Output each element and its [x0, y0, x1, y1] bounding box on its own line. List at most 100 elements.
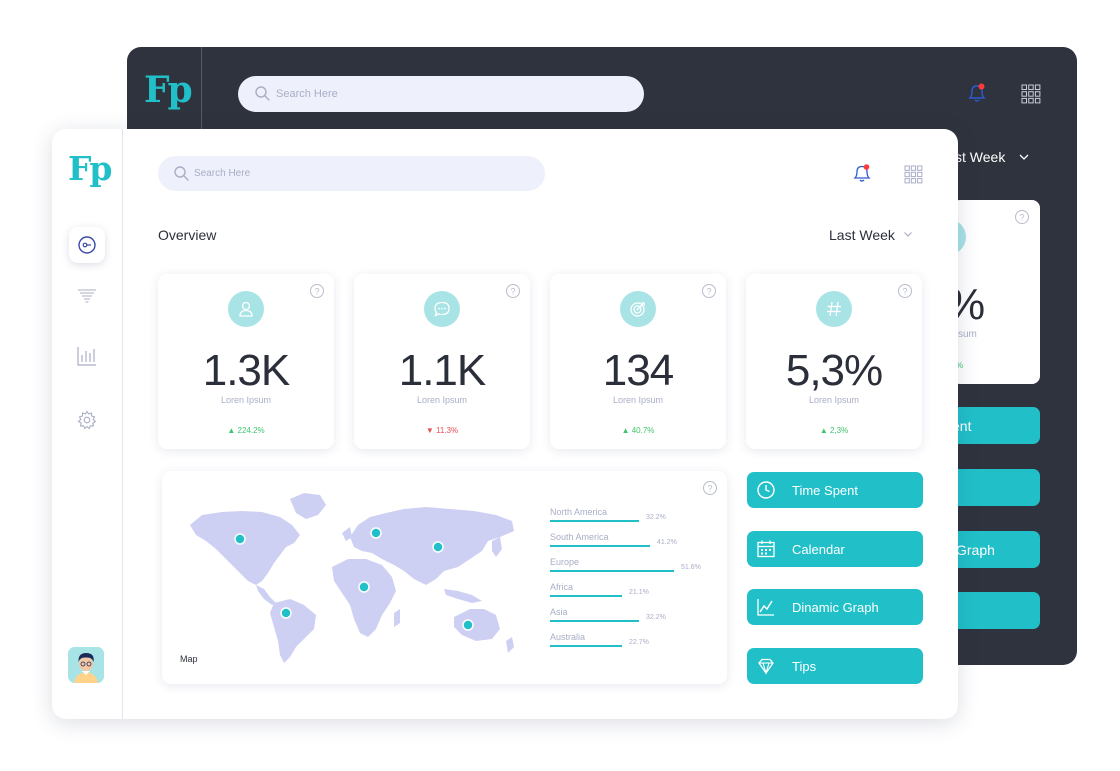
back-apps-grid-icon[interactable] [1021, 84, 1041, 104]
back-logo: Fp [144, 69, 193, 111]
back-stat-label: sum [958, 329, 977, 340]
calendar-label: Calendar [792, 542, 845, 557]
hashtag-icon [827, 301, 841, 317]
chevron-down-icon[interactable] [903, 229, 913, 239]
stat-value: 134 [602, 346, 674, 395]
help-icon[interactable]: ? [702, 480, 718, 496]
stat-label: Loren Ipsum [220, 395, 272, 405]
nav-dashboard[interactable] [69, 227, 105, 263]
stat-card: ? 1.1K Loren Ipsum ▼ 11.3% [354, 274, 530, 449]
back-stat-card: ? % sum % [930, 200, 1040, 384]
map-south-america [270, 599, 316, 663]
region-name: Africa [550, 582, 574, 592]
stat-card: ? 134 Loren Ipsum ▲ 40.7% [550, 274, 726, 449]
stat-label: Loren Ipsum [416, 395, 468, 405]
map-label: Map [180, 654, 198, 664]
avatar[interactable] [68, 647, 104, 683]
stat-card: ? 5,3% Loren Ipsum ▲ 2,3% [746, 274, 922, 449]
stat-icon-circle [620, 291, 656, 327]
help-icon[interactable]: ? [897, 283, 913, 299]
region-bar [550, 520, 639, 522]
sidebar: Fp [52, 129, 123, 719]
bar-chart-icon [77, 347, 96, 366]
page-title: Overview [158, 227, 217, 243]
region-name: Europe [550, 557, 580, 567]
back-bell-icon[interactable] [965, 81, 989, 105]
svg-text:?: ? [707, 483, 712, 493]
back-action-button[interactable] [952, 469, 1040, 506]
back-action-button[interactable]: ent [952, 407, 1040, 444]
tips-button[interactable]: Tips [747, 648, 923, 684]
stat-change: ▼ 11.3% [354, 426, 530, 435]
map-card: ? Map North America 32.2% South America … [162, 471, 727, 684]
region-percent: 21.1% [629, 589, 649, 596]
map-central-america [256, 585, 276, 605]
map-uk [342, 527, 352, 541]
search-bar[interactable] [158, 156, 545, 191]
back-action-button[interactable]: Graph [952, 531, 1040, 568]
calendar-button[interactable]: Calendar [747, 531, 923, 567]
map-marker [280, 607, 292, 619]
map-australia [454, 609, 500, 641]
map-marker [462, 619, 474, 631]
stat-label: Loren Ipsum [612, 395, 664, 405]
stat-icon-circle [228, 291, 264, 327]
apps-grid-icon[interactable] [904, 165, 923, 184]
svg-text:?: ? [706, 286, 711, 296]
logo: Fp [68, 149, 112, 188]
region-bar [550, 620, 639, 622]
dashboard-icon [78, 236, 96, 254]
svg-text:?: ? [314, 286, 319, 296]
filter-icon [78, 289, 96, 303]
trend-up-icon: ▲ [621, 426, 632, 435]
stat-change-value: 224.2% [237, 426, 265, 435]
map-north-america [190, 511, 300, 585]
region-bar [550, 545, 650, 547]
calendar-icon [757, 540, 775, 558]
svg-text:?: ? [1019, 212, 1024, 222]
stat-change-value: 40.7% [631, 426, 655, 435]
target-icon [630, 301, 646, 317]
region-percent: 32.2% [646, 614, 666, 621]
settings-icon [77, 410, 97, 430]
region-bar [550, 570, 674, 572]
region-percent: 41.2% [657, 539, 677, 546]
back-help-icon[interactable]: ? [1014, 209, 1030, 225]
help-icon[interactable]: ? [309, 283, 325, 299]
svg-text:?: ? [902, 286, 907, 296]
stat-change: ▲ 224.2% [158, 426, 334, 435]
back-chevron-down-icon[interactable] [1018, 151, 1030, 163]
nav-analytics[interactable] [69, 338, 105, 374]
period-selector[interactable]: Last Week [829, 227, 895, 243]
search-input[interactable] [194, 156, 534, 191]
stat-change: ▲ 2,3% [746, 426, 922, 435]
map-japan [492, 537, 502, 557]
back-period-label[interactable]: st Week [955, 149, 1005, 165]
back-search-bar[interactable]: Search Here [238, 76, 644, 112]
user-avatar-icon [68, 647, 104, 683]
trend-up-icon: ▲ [227, 426, 238, 435]
time-spent-button[interactable]: Time Spent [747, 472, 923, 508]
help-icon[interactable]: ? [701, 283, 717, 299]
back-search-icon [255, 86, 270, 101]
world-map [190, 493, 514, 663]
trend-down-icon: ▼ [425, 426, 437, 435]
region-bar [550, 645, 622, 647]
map-marker [234, 533, 246, 545]
nav-settings[interactable] [69, 402, 105, 438]
stat-card: ? 1.3K Loren Ipsum ▲ 224.2% [158, 274, 334, 449]
time-spent-label: Time Spent [792, 483, 858, 498]
region-name: Asia [550, 607, 568, 617]
nav-filter[interactable] [69, 279, 105, 315]
notification-bell-icon[interactable] [851, 162, 873, 184]
search-icon [174, 166, 189, 181]
user-icon [239, 301, 253, 317]
dinamic-graph-button[interactable]: Dinamic Graph [747, 589, 923, 625]
help-icon[interactable]: ? [505, 283, 521, 299]
back-action-button[interactable] [952, 592, 1040, 629]
tips-label: Tips [792, 659, 817, 674]
stat-change-value: 2,3% [829, 426, 849, 435]
stat-icon-circle [816, 291, 852, 327]
map-greenland [290, 493, 326, 519]
stat-value: 1.1K [398, 346, 487, 395]
